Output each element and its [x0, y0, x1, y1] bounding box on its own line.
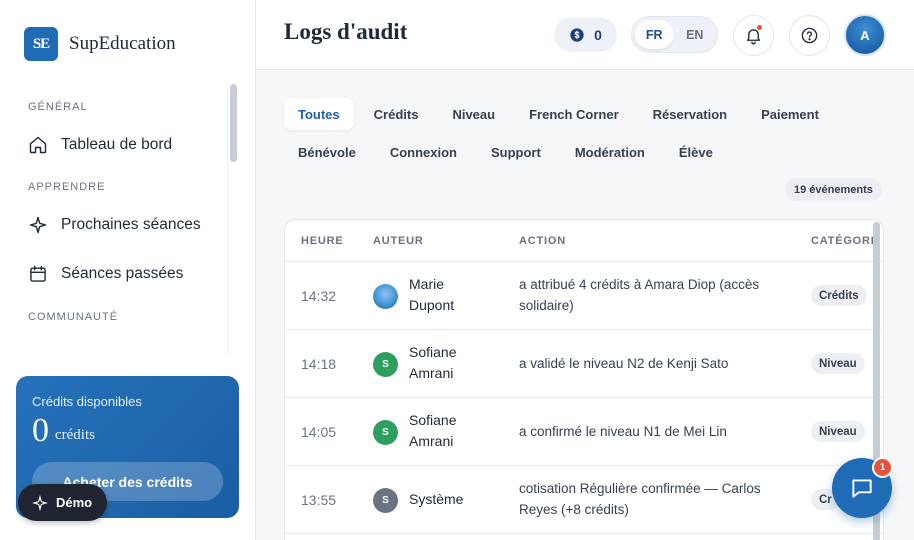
row-author: Marie Dupont — [409, 276, 455, 313]
table-row[interactable]: 14:32 Marie Dupont a attribué 4 crédits … — [285, 262, 883, 330]
row-action: cotisation Régulière confirmée — Carlos … — [519, 481, 761, 517]
section-title-general: GÉNÉRAL — [28, 101, 88, 113]
filter-student[interactable]: Élève — [665, 136, 727, 168]
filter-login[interactable]: Connexion — [376, 136, 471, 168]
sidebar-item-past-sessions[interactable]: Séances passées — [0, 253, 230, 295]
table-row[interactable]: 14:05 S Sofiane Amrani a confirmé le niv… — [285, 398, 883, 466]
row-author: Système — [409, 491, 464, 507]
section-title-community: COMMUNAUTÉ — [28, 311, 119, 323]
row-author: Sofiane Amrani — [409, 344, 457, 381]
column-header-action[interactable]: ACTION — [519, 235, 566, 247]
filter-reservation[interactable]: Réservation — [639, 98, 741, 130]
notification-dot — [757, 25, 762, 30]
home-icon — [29, 136, 47, 154]
author-avatar: S — [373, 420, 398, 445]
language-fr[interactable]: FR — [635, 20, 674, 49]
brand[interactable]: SE SupEducation — [24, 27, 176, 61]
filter-support[interactable]: Support — [477, 136, 555, 168]
row-action: a attribué 4 crédits à Amara Diop (accès… — [519, 277, 760, 313]
user-avatar[interactable]: A — [844, 14, 886, 56]
column-header-category[interactable]: CATÉGORI — [811, 235, 875, 247]
row-category-badge: Crédits — [811, 285, 867, 306]
row-time: 14:05 — [301, 424, 337, 440]
chat-unread-badge: 1 — [872, 457, 893, 478]
top-header: Logs d'audit 0 FR EN A — [256, 0, 914, 70]
audit-log-table: HEURE AUTEUR ACTION CATÉGORI 14:32 Marie… — [284, 219, 884, 540]
sparkle-icon — [32, 494, 48, 511]
filter-moderation[interactable]: Modération — [561, 136, 659, 168]
sidebar-scrollbar[interactable] — [230, 84, 237, 162]
coin-count: 0 — [594, 26, 602, 43]
demo-label: Démo — [56, 495, 93, 510]
author-avatar: S — [373, 352, 398, 377]
calendar-icon — [30, 265, 46, 282]
coin-icon — [570, 27, 584, 42]
table-row[interactable]: 14:18 S Sofiane Amrani a validé le nivea… — [285, 330, 883, 398]
filter-all[interactable]: Toutes — [284, 98, 354, 130]
column-header-author[interactable]: AUTEUR — [373, 235, 424, 247]
sidebar-item-dashboard[interactable]: Tableau de bord — [0, 124, 230, 166]
filter-volunteer[interactable]: Bénévole — [284, 136, 370, 168]
sidebar-item-label: Séances passées — [61, 265, 184, 282]
credits-value: 0 — [32, 412, 49, 449]
sidebar-nav: GÉNÉRAL Tableau de bord APPRENDRE Procha… — [0, 90, 230, 329]
filter-credits[interactable]: Crédits — [360, 98, 433, 130]
sidebar-item-upcoming-sessions[interactable]: Prochaines séances — [0, 204, 230, 246]
credits-label: Crédits disponibles — [32, 394, 142, 409]
table-row[interactable]: 13:55 S Système cotisation Régulière con… — [285, 466, 883, 534]
credits-unit: crédits — [55, 427, 95, 443]
language-toggle: FR EN — [631, 16, 718, 53]
event-count-badge: 19 événements — [785, 178, 882, 201]
chat-icon — [852, 479, 872, 498]
row-action: a validé le niveau N2 de Kenji Sato — [519, 356, 729, 371]
filter-row: Toutes Crédits Niveau French Corner Rése… — [284, 98, 884, 130]
brand-name: SupEducation — [69, 33, 176, 54]
row-category-badge: Niveau — [811, 421, 865, 442]
row-time: 14:32 — [301, 288, 337, 304]
filter-payment[interactable]: Paiement — [747, 98, 833, 130]
section-title-learn: APPRENDRE — [28, 181, 106, 193]
sidebar-item-label: Prochaines séances — [61, 216, 201, 233]
table-header: HEURE AUTEUR ACTION CATÉGORI — [285, 220, 883, 262]
notifications-button[interactable] — [733, 15, 774, 56]
author-avatar: S — [373, 488, 398, 513]
help-icon — [801, 27, 818, 44]
row-time: 14:18 — [301, 356, 337, 372]
language-en[interactable]: EN — [676, 20, 715, 49]
coin-balance[interactable]: 0 — [554, 17, 617, 52]
category-filters: Toutes Crédits Niveau French Corner Rése… — [284, 98, 884, 174]
sidebar-item-label: Tableau de bord — [61, 136, 173, 153]
row-time: 13:55 — [301, 492, 337, 508]
brand-logo: SE — [24, 27, 58, 61]
page-title: Logs d'audit — [284, 19, 408, 44]
sidebar: SE SupEducation GÉNÉRAL Tableau de bord … — [0, 0, 256, 540]
row-author: Sofiane Amrani — [409, 412, 457, 449]
author-avatar — [373, 284, 398, 309]
filter-row: Bénévole Connexion Support Modération Él… — [284, 136, 884, 168]
filter-level[interactable]: Niveau — [438, 98, 509, 130]
sparkle-icon — [29, 216, 47, 234]
column-header-time[interactable]: HEURE — [301, 235, 344, 247]
help-button[interactable] — [789, 15, 830, 56]
row-category-badge: Niveau — [811, 353, 865, 374]
row-action: a confirmé le niveau N1 de Mei Lin — [519, 424, 727, 439]
demo-button[interactable]: Démo — [18, 484, 108, 521]
filter-french-corner[interactable]: French Corner — [515, 98, 633, 130]
